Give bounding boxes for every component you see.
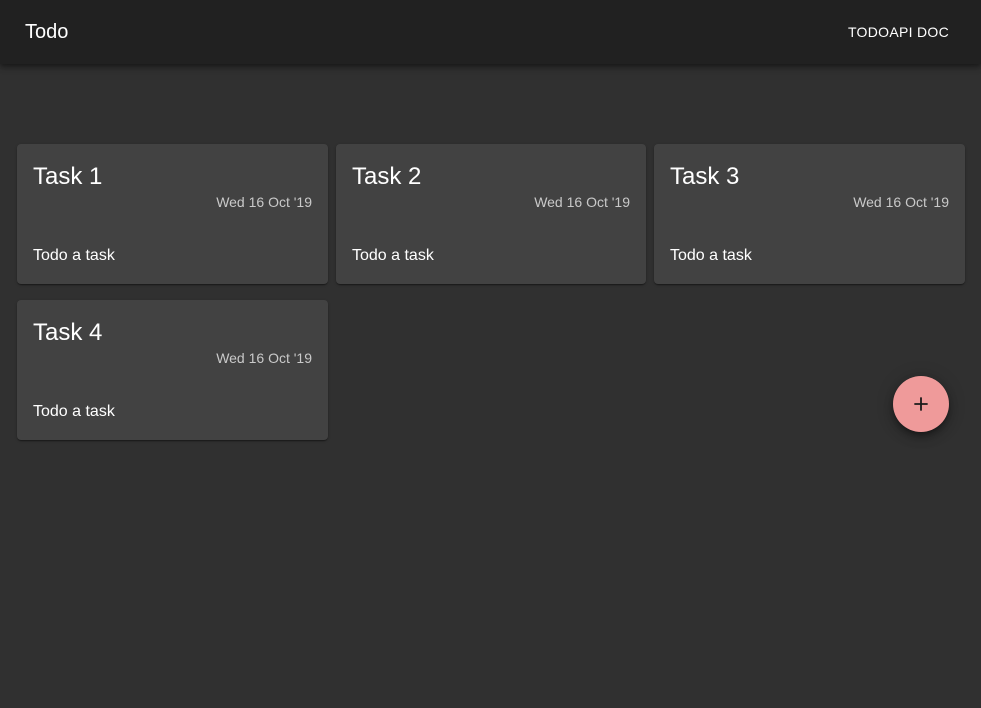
task-title: Task 1 — [33, 163, 103, 190]
task-date: Wed 16 Oct '19 — [534, 194, 630, 210]
task-grid: Task 1 Wed 16 Oct '19 Todo a task Task 2… — [17, 144, 965, 440]
app-bar: Todo TODOAPI DOC — [0, 0, 981, 64]
task-card[interactable]: Task 3 Wed 16 Oct '19 Todo a task — [654, 144, 965, 284]
app-title: Todo — [25, 21, 69, 43]
task-list: Task 1 Wed 16 Oct '19 Todo a task Task 2… — [17, 144, 965, 440]
task-title: Task 3 — [670, 163, 740, 190]
todoapi-doc-button[interactable]: TODOAPI DOC — [848, 24, 949, 40]
add-task-button[interactable] — [893, 376, 949, 432]
task-card[interactable]: Task 4 Wed 16 Oct '19 Todo a task — [17, 300, 328, 440]
task-description: Todo a task — [352, 247, 434, 264]
task-date: Wed 16 Oct '19 — [216, 350, 312, 366]
task-date: Wed 16 Oct '19 — [853, 194, 949, 210]
task-description: Todo a task — [33, 403, 115, 420]
plus-icon — [914, 397, 928, 411]
task-title: Task 4 — [33, 319, 103, 346]
task-card[interactable]: Task 1 Wed 16 Oct '19 Todo a task — [17, 144, 328, 284]
task-date: Wed 16 Oct '19 — [216, 194, 312, 210]
task-card[interactable]: Task 2 Wed 16 Oct '19 Todo a task — [336, 144, 646, 284]
task-description: Todo a task — [33, 247, 115, 264]
task-description: Todo a task — [670, 247, 752, 264]
task-title: Task 2 — [352, 163, 422, 190]
